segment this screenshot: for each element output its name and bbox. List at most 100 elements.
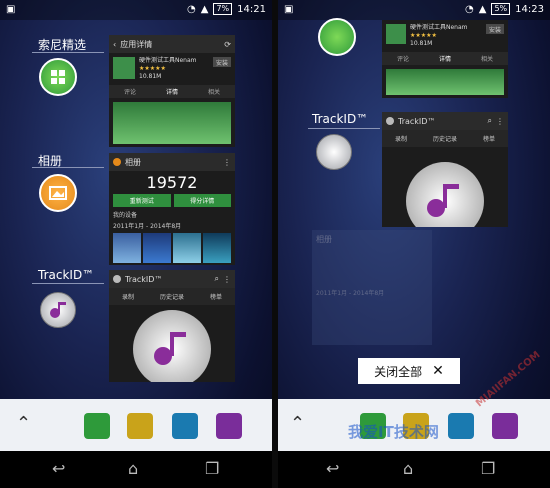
tab-charts[interactable]: 榜单 xyxy=(483,134,495,143)
recent-card-app-detail[interactable]: 硬件测试工具Nenam ★★★★★ 10.81M 安装 评论 详情 相关 xyxy=(382,20,508,98)
overflow-menu-icon: ⋮ xyxy=(223,157,231,167)
underline xyxy=(32,52,104,53)
my-device-label: 我的设备 xyxy=(113,212,138,219)
app-name: 硬件测试工具Nenam xyxy=(410,24,468,31)
trackid-app-icon[interactable] xyxy=(40,292,76,328)
card-title: 相册 xyxy=(125,157,141,167)
chevron-up-icon[interactable]: ⌃ xyxy=(16,413,31,434)
search-icon: ⌕ xyxy=(487,116,492,125)
tab-related[interactable]: 相关 xyxy=(481,54,493,63)
card-header: TrackID™ ⌕ ⋮ xyxy=(109,270,235,288)
tab-related[interactable]: 相关 xyxy=(208,87,220,96)
battery-indicator: 5% xyxy=(491,3,511,15)
card-header: TrackID™ ⌕ ⋮ xyxy=(382,112,508,130)
recent-apps-icon[interactable]: ❐ xyxy=(481,459,495,478)
timer-widget-icon[interactable] xyxy=(127,413,153,439)
status-bar: ▣ ◔ ▲ 7% 14:21 xyxy=(0,0,272,20)
screenshot-widget-icon[interactable] xyxy=(492,413,518,439)
trackid-mini-icon xyxy=(386,117,394,125)
photo-grid xyxy=(109,231,235,265)
benchmark-score: 19572 xyxy=(146,173,198,192)
tab-details[interactable]: 详情 xyxy=(439,54,451,63)
sony-select-app-icon[interactable] xyxy=(39,58,77,96)
photo-thumbnail xyxy=(113,233,141,263)
tab-record[interactable]: 录制 xyxy=(122,292,134,301)
search-icon: ⌕ xyxy=(214,274,219,283)
tab-history[interactable]: 历史记录 xyxy=(160,292,184,301)
tab-history[interactable]: 历史记录 xyxy=(433,134,457,143)
tab-details[interactable]: 详情 xyxy=(166,87,178,96)
calculator-widget-icon[interactable] xyxy=(172,413,198,439)
trackid-mini-icon xyxy=(113,275,121,283)
signal-icon: ▲ xyxy=(478,3,487,15)
recent-apps-icon[interactable]: ❐ xyxy=(205,459,219,478)
card-header: 相册 ⋮ xyxy=(109,153,235,171)
navigation-bar: ↩ ⌂ ❐ xyxy=(0,451,272,488)
photo-thumbnail xyxy=(173,233,201,263)
app-thumbnail xyxy=(386,24,406,44)
card-title: 相册 xyxy=(316,234,332,244)
app-size: 10.81M xyxy=(139,73,162,80)
close-icon: ✕ xyxy=(432,363,444,379)
recent-card-trackid[interactable]: TrackID™ ⌕ ⋮ 录制 历史记录 榜单 xyxy=(109,270,235,382)
card-header: 相册 xyxy=(312,230,432,248)
underline xyxy=(32,167,104,168)
rating: ★★★★★ xyxy=(139,65,166,72)
app-screenshot xyxy=(386,69,504,95)
recent-card-album-dismissing[interactable]: 相册 2011年1月 - 2014年8月 xyxy=(312,230,432,345)
photo-thumbnail xyxy=(203,233,231,263)
right-screen: ▣ ◔ ▲ 5% 14:23 硬件测试工具Nenam ★★★★★ 10.81M … xyxy=(278,0,550,488)
navigation-bar: ↩ ⌂ ❐ xyxy=(278,451,550,488)
label-sony-select: 索尼精选 xyxy=(38,38,87,52)
trackid-app-icon[interactable] xyxy=(316,134,352,170)
retest-button[interactable]: 重新测试 xyxy=(113,194,171,207)
card-title: 应用详情 xyxy=(120,39,153,49)
close-all-button[interactable]: 关闭全部 ✕ xyxy=(358,358,460,384)
trackid-tabs: 录制 历史记录 榜单 xyxy=(109,288,235,305)
underline xyxy=(32,283,104,284)
wifi-icon: ◔ xyxy=(187,3,196,15)
tab-record[interactable]: 录制 xyxy=(395,134,407,143)
battery-indicator: 7% xyxy=(213,3,233,15)
close-all-label: 关闭全部 xyxy=(374,364,423,379)
recent-card-app-detail[interactable]: ‹ 应用详情 ⟳ 硬件测试工具Nenam ★★★★★ 10.81M 安装 评论 … xyxy=(109,35,235,147)
date-range: 2011年1月 - 2014年8月 xyxy=(316,290,385,297)
card-title: TrackID™ xyxy=(125,274,163,284)
install-button[interactable]: 安装 xyxy=(485,24,504,34)
trackid-record-button[interactable] xyxy=(406,162,484,227)
watermark-url: MIAIIFAN.COM xyxy=(474,349,543,410)
card-header: ‹ 应用详情 ⟳ xyxy=(109,35,235,53)
overflow-menu-icon: ⋮ xyxy=(223,274,231,284)
app-info: 硬件测试工具Nenam ★★★★★ 10.81M 安装 xyxy=(109,53,235,85)
score-detail-button[interactable]: 得分详情 xyxy=(173,194,231,207)
chevron-up-icon[interactable]: ⌃ xyxy=(290,413,305,434)
app-thumbnail xyxy=(113,57,135,79)
install-button[interactable]: 安装 xyxy=(212,57,231,67)
home-icon[interactable]: ⌂ xyxy=(403,459,413,478)
notification-icon: ▣ xyxy=(284,4,294,15)
overflow-menu-icon: ⋮ xyxy=(496,116,504,126)
album-app-icon[interactable] xyxy=(39,174,77,212)
trackid-tabs: 录制 历史记录 榜单 xyxy=(382,130,508,147)
calculator-widget-icon[interactable] xyxy=(448,413,474,439)
tab-reviews[interactable]: 评论 xyxy=(124,87,136,96)
recent-card-album[interactable]: 相册 ⋮ 19572 重新测试 得分详情 我的设备 2011年1月 - 2014… xyxy=(109,153,235,265)
back-icon: ‹ xyxy=(113,39,117,49)
browser-widget-icon[interactable] xyxy=(84,413,110,439)
trackid-record-button[interactable] xyxy=(133,310,211,382)
status-bar: ▣ ◔ ▲ 5% 14:23 xyxy=(278,0,550,20)
back-icon[interactable]: ↩ xyxy=(52,459,65,478)
home-icon[interactable]: ⌂ xyxy=(128,459,138,478)
app-info: 硬件测试工具Nenam ★★★★★ 10.81M 安装 xyxy=(382,20,508,52)
sony-select-app-icon[interactable] xyxy=(318,18,356,56)
refresh-icon: ⟳ xyxy=(224,39,231,49)
tab-reviews[interactable]: 评论 xyxy=(397,54,409,63)
back-icon[interactable]: ↩ xyxy=(326,459,339,478)
tab-charts[interactable]: 榜单 xyxy=(210,292,222,301)
album-mini-icon xyxy=(113,158,121,166)
screenshot-widget-icon[interactable] xyxy=(216,413,242,439)
recent-card-trackid[interactable]: TrackID™ ⌕ ⋮ 录制 历史记录 榜单 xyxy=(382,112,508,227)
rating: ★★★★★ xyxy=(410,32,437,39)
label-trackid: TrackID™ xyxy=(312,112,369,126)
card-title: TrackID™ xyxy=(398,116,436,126)
